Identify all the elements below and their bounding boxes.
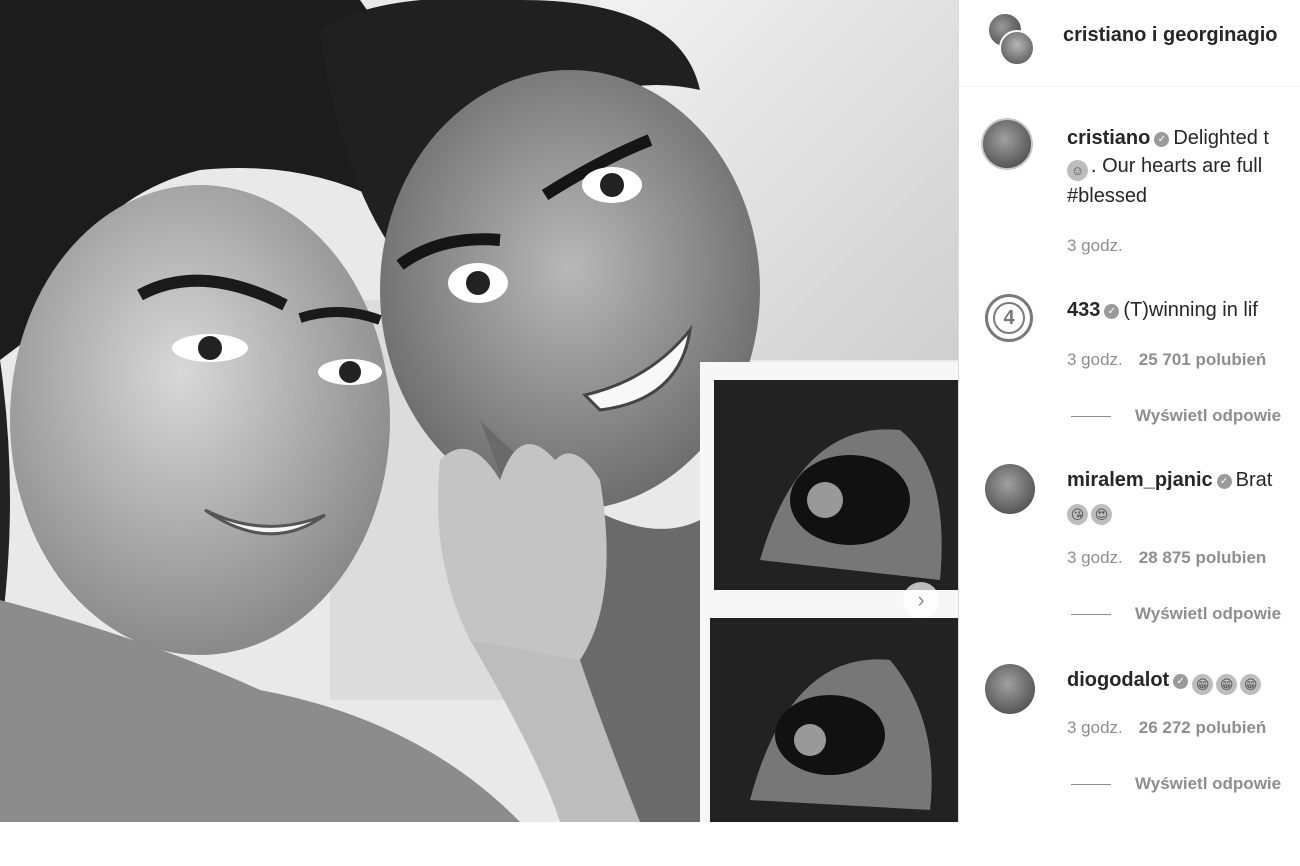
comment-likes[interactable]: 26 272 polubień	[1139, 718, 1267, 737]
post-photo: ›	[0, 0, 958, 822]
divider	[1071, 613, 1111, 615]
comment-line: miralem_pjanic ✓ Brat	[1067, 466, 1272, 494]
caption-line-1: cristiano ✓ Delighted t	[1067, 124, 1269, 152]
comment-emoji-line: 😘 😍	[1067, 496, 1115, 525]
caption-hashtag[interactable]: #blessed	[1067, 182, 1147, 210]
verified-badge-icon: ✓	[1173, 674, 1189, 689]
caption-time[interactable]: 3 godz.	[1067, 236, 1123, 256]
comment-text: (T)winning in lif	[1123, 299, 1258, 321]
comment-meta: 3 godz. 28 875 polubien	[1067, 548, 1266, 568]
caption-line-2: ☺. Our hearts are full	[1067, 152, 1262, 181]
heart-eyes-emoji: 😍	[1091, 504, 1112, 525]
comment-likes[interactable]: 28 875 polubien	[1139, 548, 1267, 567]
comment-line: 433 ✓ (T)winning in lif	[1067, 296, 1258, 324]
divider	[1071, 783, 1111, 785]
comment-time[interactable]: 3 godz.	[1067, 350, 1123, 369]
comment-time[interactable]: 3 godz.	[1067, 548, 1123, 567]
collab-avatars[interactable]	[987, 12, 1035, 66]
view-replies-label: Wyświetl odpowie	[1135, 406, 1282, 425]
baby-emoji: ☺	[1067, 160, 1088, 181]
comment-line: diogodalot ✓ 😁 😁 😁	[1067, 666, 1264, 695]
verified-badge-icon: ✓	[1154, 132, 1170, 147]
number-four-logo: 4	[993, 302, 1025, 334]
comment-likes[interactable]: 25 701 polubień	[1139, 350, 1267, 369]
avatar[interactable]	[985, 664, 1035, 714]
comment-username[interactable]: diogodalot	[1067, 669, 1169, 691]
caption-text: Delighted t	[1173, 127, 1269, 149]
view-replies-label: Wyświetl odpowie	[1135, 774, 1282, 793]
grinning-emoji: 😁	[1216, 674, 1238, 695]
comment-time[interactable]: 3 godz.	[1067, 718, 1123, 737]
view-replies-button[interactable]: Wyświetl odpowie	[1071, 774, 1281, 794]
caption-username[interactable]: cristiano	[1067, 127, 1150, 149]
comment-meta: 3 godz. 26 272 polubień	[1067, 718, 1266, 738]
caption-text: . Our hearts are full	[1091, 155, 1263, 177]
avatar[interactable]	[981, 118, 1033, 170]
view-replies-button[interactable]: Wyświetl odpowie	[1071, 406, 1281, 426]
comment-username[interactable]: miralem_pjanic	[1067, 469, 1213, 491]
comment-text: Brat	[1235, 469, 1273, 491]
view-replies-label: Wyświetl odpowie	[1135, 604, 1282, 623]
comment-username[interactable]: 433	[1067, 299, 1100, 321]
avatar[interactable]	[999, 30, 1035, 66]
divider	[1071, 415, 1111, 417]
verified-badge-icon: ✓	[1104, 304, 1120, 319]
comment-meta: 3 godz. 25 701 polubień	[1067, 350, 1266, 370]
kissing-emoji: 😘	[1067, 504, 1088, 525]
post-side-panel: cristiano i georginagio cristiano ✓ Deligh…	[958, 0, 1300, 822]
next-photo-button[interactable]: ›	[903, 582, 939, 618]
avatar[interactable]	[985, 464, 1035, 514]
grinning-emoji: 😁	[1192, 674, 1214, 695]
grinning-emoji: 😁	[1240, 674, 1262, 695]
page-background	[0, 822, 1300, 866]
chevron-right-icon: ›	[917, 587, 925, 612]
post-header: cristiano i georginagio	[959, 0, 1300, 87]
avatar[interactable]: 4	[985, 294, 1033, 342]
photo-illustration	[0, 0, 958, 822]
view-replies-button[interactable]: Wyświetl odpowie	[1071, 604, 1281, 624]
post-header-accounts[interactable]: cristiano i georginagio	[1063, 24, 1277, 47]
verified-badge-icon: ✓	[1216, 474, 1232, 489]
